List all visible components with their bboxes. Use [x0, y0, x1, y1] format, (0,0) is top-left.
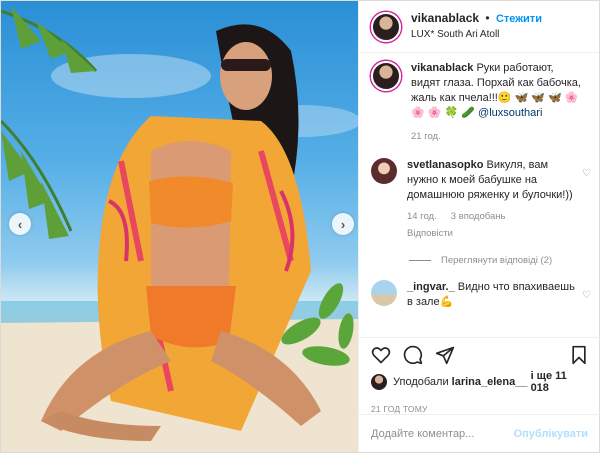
bookmark-icon[interactable]: [570, 345, 588, 365]
comment-username[interactable]: _ingvar._: [407, 281, 455, 293]
comment-likes[interactable]: 3 вподобань: [451, 209, 506, 224]
next-photo-button[interactable]: ›: [332, 213, 354, 235]
likes-prefix: Уподобали: [393, 376, 449, 388]
post-header: vikanablack • Стежити LUX* South Ari Ato…: [359, 1, 599, 53]
comment-username[interactable]: svetlanasopko: [407, 159, 483, 171]
comment-like-heart-icon[interactable]: ♡: [582, 290, 591, 301]
comment-item: svetlanasopko Викуля, вам нужно к моей б…: [371, 158, 591, 241]
comment-body: svetlanasopko Викуля, вам нужно к моей б…: [407, 158, 577, 241]
view-replies-label[interactable]: Переглянути відповіді (2): [441, 255, 552, 266]
comment-icon[interactable]: [403, 345, 423, 365]
replies-divider: [409, 260, 431, 261]
comment-actions: Відповісти: [407, 226, 577, 241]
comments-list: vikanablack Руки работают, видят глаза. …: [371, 61, 591, 310]
post-side-panel: vikanablack • Стежити LUX* South Ari Ato…: [358, 1, 600, 452]
view-replies[interactable]: Переглянути відповіді (2): [409, 255, 591, 266]
commenter-avatar[interactable]: [371, 280, 397, 306]
comment-like-heart-icon[interactable]: ♡: [582, 168, 591, 179]
liker-avatar[interactable]: [371, 374, 387, 390]
header-text: vikanablack • Стежити LUX* South Ari Ato…: [411, 11, 542, 42]
caption-author-avatar[interactable]: [371, 61, 401, 91]
commenter-avatar[interactable]: [371, 158, 397, 184]
follow-button[interactable]: Стежити: [496, 13, 542, 25]
add-comment-bar: Додайте коментар... Опублікувати: [359, 414, 600, 452]
caption-time: 21 год.: [411, 131, 441, 142]
separator-dot: •: [485, 11, 490, 25]
comment-time: 14 год.: [407, 211, 437, 222]
reply-button[interactable]: Відповісти: [407, 226, 453, 241]
heart-icon[interactable]: [371, 345, 391, 365]
author-username[interactable]: vikanablack: [411, 11, 479, 25]
likes-count[interactable]: і ще 11 018: [531, 370, 588, 394]
beach-photo-illustration: [1, 6, 358, 452]
post-actions: Уподобали larina_elena__ і ще 11 018 21 …: [359, 337, 600, 419]
liker-username[interactable]: larina_elena__: [452, 376, 528, 388]
comment-input[interactable]: Додайте коментар...: [371, 428, 514, 440]
post-photo[interactable]: ‹ ›: [1, 1, 358, 452]
share-icon[interactable]: [435, 345, 455, 365]
publish-button[interactable]: Опублікувати: [514, 428, 588, 440]
chevron-left-icon: ‹: [17, 216, 23, 232]
action-icons: [371, 342, 588, 368]
mention-link[interactable]: @luxsouthari: [478, 107, 542, 119]
post-date[interactable]: 21 ГОД ТОМУ: [371, 404, 588, 414]
chevron-right-icon: ›: [340, 216, 346, 232]
caption: vikanablack Руки работают, видят глаза. …: [371, 61, 591, 144]
comment-meta: 14 год. 3 вподобань: [407, 209, 577, 224]
comment-body: _ingvar._ Видно что впахиваешь в зале💪: [407, 280, 577, 310]
author-avatar[interactable]: [371, 11, 401, 42]
location-link[interactable]: LUX* South Ari Atoll: [411, 27, 542, 42]
comment-item: _ingvar._ Видно что впахиваешь в зале💪 ♡: [371, 280, 591, 310]
previous-photo-button[interactable]: ‹: [9, 213, 31, 235]
caption-body: vikanablack Руки работают, видят глаза. …: [411, 61, 581, 144]
likes-summary: Уподобали larina_elena__ і ще 11 018: [371, 370, 588, 394]
caption-username[interactable]: vikanablack: [411, 62, 473, 74]
